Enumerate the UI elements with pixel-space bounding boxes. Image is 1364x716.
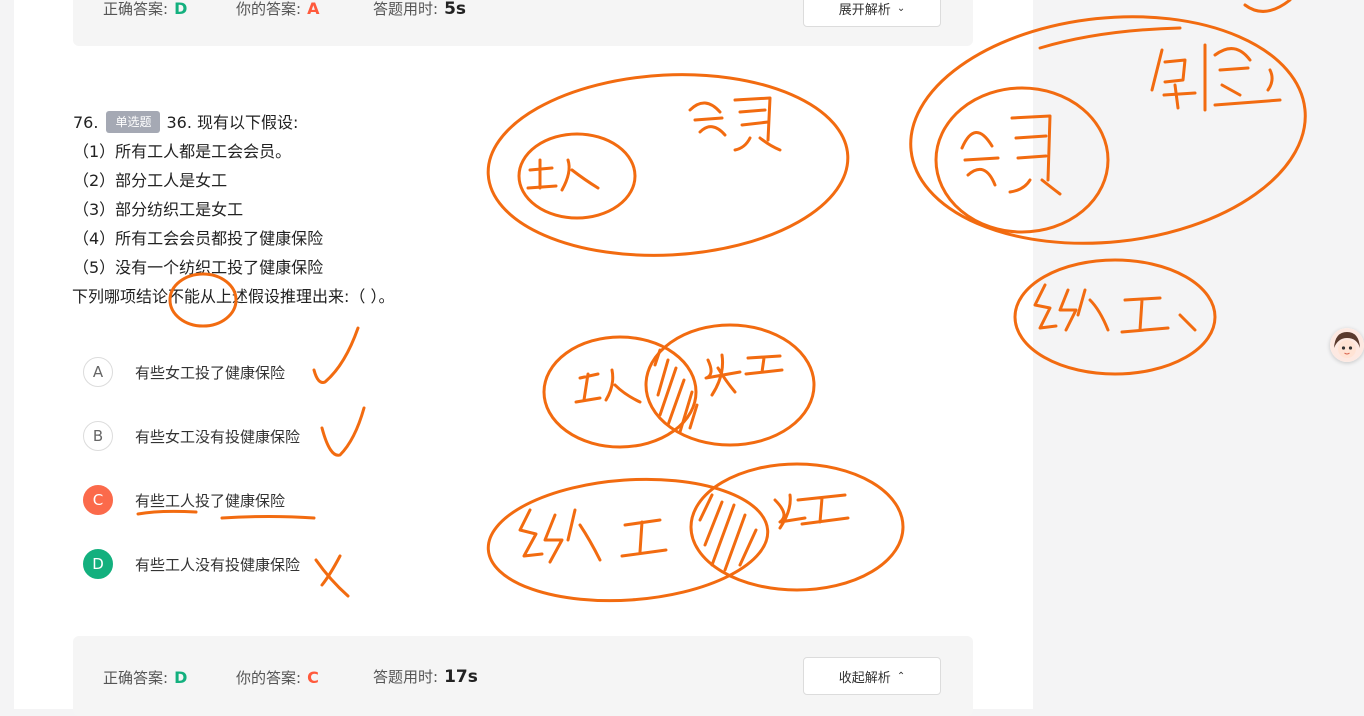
option-key: B (83, 421, 113, 451)
option-d[interactable]: D 有些工人没有投健康保险 (83, 548, 300, 580)
answer-time: 答题用时: 5s (373, 0, 466, 19)
answer-time: 答题用时: 17s (373, 666, 478, 687)
collapse-analysis-label: 收起解析 (838, 670, 891, 686)
avatar-face-icon (1330, 328, 1364, 362)
option-b[interactable]: B 有些女工没有投健康保险 (83, 420, 300, 452)
correct-answer-value: D (174, 668, 188, 687)
question-stem-line: （3）部分纺织工是女工 (73, 200, 244, 219)
question-number: 76. (73, 113, 99, 132)
ink-textile-ellipse-right (1013, 258, 1217, 376)
option-text: 有些工人没有投健康保险 (135, 555, 301, 574)
question-stem: 76. 单选题 36. 现有以下假设: （1）所有工人都是工会会员。 （2）部分工人… (72, 108, 395, 311)
answer-time-value: 5s (444, 0, 467, 19)
your-answer-value: C (307, 668, 319, 687)
expand-analysis-button[interactable]: 展开解析 ⌄ (803, 0, 941, 27)
question-type-badge: 单选题 (106, 111, 161, 133)
answer-summary-previous: 正确答案: D 你的答案: A 答题用时: 5s 展开解析 ⌄ (73, 0, 973, 46)
question-prompt: 下列哪项结论不能从上述假设推理出来:（ ）。 (72, 287, 395, 306)
correct-answer-label: 正确答案: (103, 669, 169, 687)
option-key-correct: D (83, 549, 113, 579)
question-card: 正确答案: D 你的答案: A 答题用时: 5s 展开解析 ⌄ 76. 单选题 36. 现… (14, 0, 1033, 716)
correct-answer-value: D (174, 0, 188, 18)
assistant-avatar[interactable] (1330, 328, 1364, 362)
option-a[interactable]: A 有些女工投了健康保险 (83, 356, 285, 388)
question-stem-line: （2）部分工人是女工 (73, 171, 228, 190)
correct-answer-label: 正确答案: (103, 0, 169, 18)
question-stem-line: （5）没有一个纺织工投了健康保险 (73, 258, 324, 277)
correct-answer: 正确答案: D (103, 0, 187, 19)
option-key-wrong: C (83, 485, 113, 515)
option-c[interactable]: C 有些工人投了健康保险 (83, 484, 285, 516)
collapse-analysis-button[interactable]: 收起解析 ⌃ (803, 657, 941, 695)
answer-time-value: 17s (444, 667, 478, 687)
chevron-down-icon: ⌄ (896, 2, 906, 14)
question-stem-line: 36. 现有以下假设: (166, 113, 299, 132)
question-stem-line: （4）所有工会会员都投了健康保险 (73, 229, 324, 248)
answer-time-label: 答题用时: (373, 668, 439, 686)
your-answer-label: 你的答案: (236, 0, 302, 18)
option-text: 有些工人投了健康保险 (135, 491, 286, 510)
your-answer: 你的答案: A (236, 0, 319, 19)
option-text: 有些女工投了健康保险 (135, 363, 286, 382)
ink-insurance-scribble (1150, 0, 1292, 112)
chevron-up-icon: ⌃ (896, 670, 906, 682)
option-key: A (83, 357, 113, 387)
ink-stroke (1038, 26, 1182, 50)
correct-answer: 正确答案: D (103, 667, 187, 688)
answer-time-label: 答题用时: (373, 0, 439, 18)
ink-textile-scribble-right (1033, 283, 1197, 334)
option-text: 有些女工没有投健康保险 (135, 427, 301, 446)
question-stem-line: （1）所有工人都是工会会员。 (73, 142, 292, 161)
expand-analysis-label: 展开解析 (838, 2, 891, 18)
your-answer-value: A (307, 0, 320, 18)
answer-summary: 正确答案: D 你的答案: C 答题用时: 17s 收起解析 ⌃ (73, 636, 973, 716)
your-answer: 你的答案: C (236, 667, 319, 688)
your-answer-label: 你的答案: (236, 669, 302, 687)
